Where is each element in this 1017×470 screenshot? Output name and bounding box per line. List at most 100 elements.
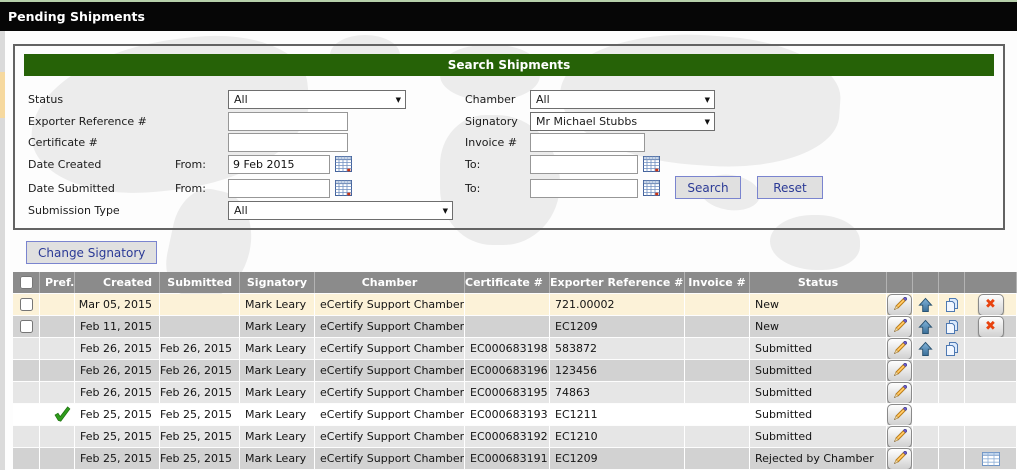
cell-invoice: [685, 360, 750, 381]
calendar-icon[interactable]: [643, 180, 660, 196]
edit-button[interactable]: [887, 360, 912, 381]
cell-status: New: [750, 316, 887, 337]
edit-button[interactable]: [887, 382, 912, 403]
cell-invoice: [685, 294, 750, 315]
column-header-select: [13, 272, 40, 293]
edit-button[interactable]: [887, 316, 912, 337]
cell-select: [13, 448, 40, 469]
select-all-checkbox[interactable]: [20, 276, 33, 289]
calendar-icon[interactable]: [335, 180, 352, 196]
cell-signatory: Mark Leary: [240, 360, 315, 381]
date-submitted-to-input[interactable]: [530, 179, 638, 198]
copy-icon[interactable]: [944, 341, 960, 357]
field-row-date-created-to: To:: [465, 155, 668, 175]
cell-chamber: eCertify Support Chamber: [315, 316, 465, 337]
cell-chamber: eCertify Support Chamber: [315, 426, 465, 447]
column-header-submitted: Submitted: [160, 272, 240, 293]
column-header-action-1: [887, 272, 913, 293]
submission-type-select[interactable]: All ▼: [228, 201, 453, 220]
cell-certificate: EC000683195: [465, 382, 550, 403]
cell-chamber: eCertify Support Chamber: [315, 338, 465, 359]
field-label-certificate: Certificate #: [28, 136, 98, 149]
edit-button[interactable]: [887, 404, 912, 425]
cell-certificate: EC000683192: [465, 426, 550, 447]
change-signatory-button[interactable]: Change Signatory: [26, 241, 157, 264]
table-row: Feb 26, 2015Feb 26, 2015Mark LearyeCerti…: [13, 360, 1017, 381]
cell-submitted: Feb 26, 2015: [160, 382, 240, 403]
column-header-signatory: Signatory: [240, 272, 315, 293]
date-created-to-input[interactable]: [530, 155, 638, 174]
copy-icon[interactable]: [944, 319, 960, 335]
cell-pref: [40, 360, 75, 381]
table-row: Mar 05, 2015Mark LearyeCertify Support C…: [13, 294, 1017, 315]
chamber-select-value: All: [536, 93, 550, 106]
exporter-reference-input[interactable]: [228, 112, 348, 131]
cell-created: Feb 26, 2015: [75, 360, 160, 381]
cell-submitted: Feb 25, 2015: [160, 404, 240, 425]
edit-button[interactable]: [887, 338, 912, 359]
calendar-icon[interactable]: [643, 156, 660, 172]
edit-button[interactable]: [887, 448, 912, 469]
cell-certificate: EC000683191: [465, 448, 550, 469]
cell-select: [13, 404, 40, 425]
page-titlebar: Pending Shipments: [0, 2, 1017, 31]
dropdown-arrow-icon: ▼: [396, 96, 401, 104]
delete-button[interactable]: ✖: [978, 316, 1004, 337]
field-row-certificate: Certificate #: [28, 133, 378, 153]
table-row: Feb 25, 2015Feb 25, 2015Mark LearyeCerti…: [13, 448, 1017, 469]
cell-invoice: [685, 426, 750, 447]
cell-status: Submitted: [750, 426, 887, 447]
cell-action-4: [965, 360, 1017, 381]
cell-status: Rejected by Chamber: [750, 448, 887, 469]
date-submitted-from-input[interactable]: [228, 179, 330, 198]
certificate-input[interactable]: [228, 133, 348, 152]
chamber-select[interactable]: All▼: [530, 90, 715, 109]
cell-action-1: [887, 338, 913, 359]
copy-icon[interactable]: [944, 297, 960, 313]
signatory-select[interactable]: Mr Michael Stubbs▼: [530, 112, 715, 131]
cell-signatory: Mark Leary: [240, 448, 315, 469]
cell-action-4: [965, 382, 1017, 403]
row-checkbox[interactable]: [20, 298, 33, 311]
dropdown-arrow-icon: ▼: [443, 207, 448, 215]
delete-button[interactable]: ✖: [978, 294, 1004, 315]
edit-button[interactable]: [887, 426, 912, 447]
date-created-from-input[interactable]: [228, 155, 330, 174]
cell-submitted: Feb 25, 2015: [160, 426, 240, 447]
cell-pref: [40, 382, 75, 403]
cell-action-3: [939, 360, 965, 381]
delete-x-icon: ✖: [985, 298, 996, 311]
cell-exporter_ref: 583872: [550, 338, 685, 359]
submission-type-select-value: All: [234, 204, 248, 217]
cell-certificate: EC000683198: [465, 338, 550, 359]
cell-exporter_ref: EC1211: [550, 404, 685, 425]
row-checkbox[interactable]: [20, 320, 33, 333]
status-select[interactable]: All ▼: [228, 90, 406, 109]
submit-icon[interactable]: [918, 297, 933, 313]
cell-action-3: [939, 448, 965, 469]
cell-action-1: [887, 360, 913, 381]
column-header-created: Created: [75, 272, 160, 293]
invoice-input[interactable]: [530, 133, 645, 152]
cell-action-4: [965, 426, 1017, 447]
calendar-icon[interactable]: [335, 156, 352, 172]
cell-action-1: [887, 448, 913, 469]
grid-icon[interactable]: [982, 452, 1000, 466]
search-button[interactable]: Search: [675, 176, 741, 199]
cell-action-2: [913, 316, 939, 337]
submit-icon[interactable]: [918, 341, 933, 357]
cell-exporter_ref: 721.00002: [550, 294, 685, 315]
submit-icon[interactable]: [918, 319, 933, 335]
field-label-date-submitted-to: To:: [465, 182, 480, 195]
cell-chamber: eCertify Support Chamber: [315, 360, 465, 381]
cell-select: [13, 360, 40, 381]
cell-action-3: [939, 316, 965, 337]
cell-status: Submitted: [750, 404, 887, 425]
edit-button[interactable]: [887, 294, 912, 315]
cell-certificate: EC000683193: [465, 404, 550, 425]
status-select-value: All: [234, 93, 248, 106]
cell-exporter_ref: EC1209: [550, 448, 685, 469]
reset-button[interactable]: Reset: [757, 176, 823, 199]
column-header-exporter_ref: Exporter Reference #: [550, 272, 685, 293]
cell-action-1: [887, 426, 913, 447]
